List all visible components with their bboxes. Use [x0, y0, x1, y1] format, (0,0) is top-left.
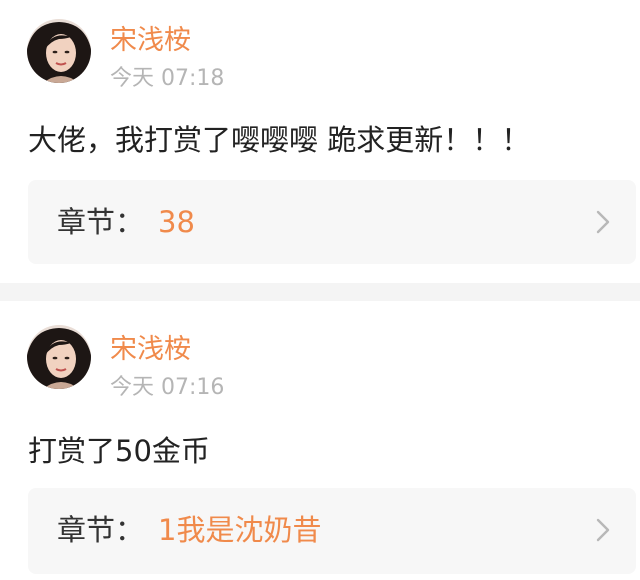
- avatar[interactable]: [27, 19, 91, 83]
- avatar-portrait-icon: [27, 19, 91, 83]
- timestamp: 今天 07:16: [110, 375, 225, 400]
- chevron-right-icon: [596, 210, 610, 234]
- chapter-value: 38: [158, 205, 195, 239]
- comment-item: 宋浅桉 今天 07:16 打赏了50金币 章节： 1我是沈奶昔: [0, 301, 640, 580]
- chapter-link[interactable]: 章节： 1我是沈奶昔: [28, 488, 636, 574]
- chevron-right-icon: [596, 518, 610, 542]
- chapter-link[interactable]: 章节： 38: [28, 180, 636, 264]
- timestamp: 今天 07:18: [110, 66, 225, 91]
- avatar[interactable]: [27, 325, 91, 389]
- comment-text: 打赏了50金币: [28, 434, 210, 468]
- chapter-label: 章节：: [57, 513, 145, 547]
- username[interactable]: 宋浅桉: [110, 334, 191, 366]
- divider: [0, 283, 640, 301]
- chapter-label: 章节：: [57, 205, 145, 239]
- avatar-portrait-icon: [27, 325, 91, 389]
- username[interactable]: 宋浅桉: [110, 25, 191, 57]
- comment-text: 大佬，我打赏了嘤嘤嘤 跪求更新！！！: [28, 123, 531, 157]
- comment-item: 宋浅桉 今天 07:18 大佬，我打赏了嘤嘤嘤 跪求更新！！！ 章节： 38: [0, 0, 640, 283]
- chapter-value: 1我是沈奶昔: [158, 513, 322, 547]
